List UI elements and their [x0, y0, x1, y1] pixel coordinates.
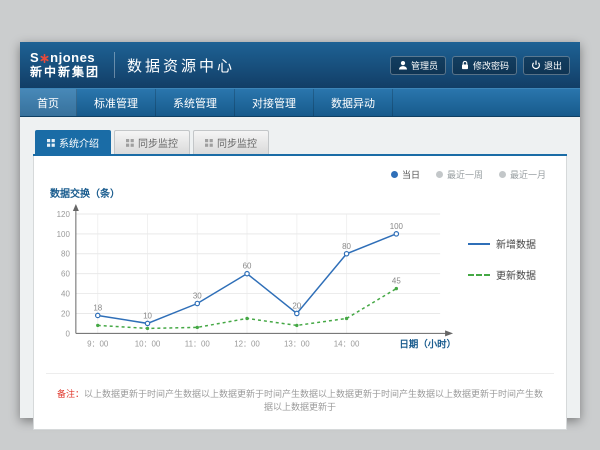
nav-item-standard-mgmt[interactable]: 标准管理	[77, 89, 156, 116]
legend-item-update-data[interactable]: 更新数据	[468, 267, 554, 282]
grid-icon	[205, 139, 213, 147]
header-divider	[114, 52, 115, 78]
svg-text:20: 20	[61, 309, 70, 318]
svg-text:10：00: 10：00	[135, 339, 161, 348]
header-actions: 管理员 修改密码 退出	[390, 56, 570, 75]
change-password-button[interactable]: 修改密码	[452, 56, 517, 75]
logout-label: 退出	[544, 59, 562, 72]
grid-icon	[47, 139, 55, 147]
svg-text:45: 45	[392, 277, 401, 286]
chart-panel: 当日 最近一周 最近一月 数据交换（条） 0 20 40 60 80 100 120 9：00…	[33, 156, 567, 430]
legend-label: 新增数据	[496, 236, 536, 251]
svg-text:60: 60	[243, 262, 252, 271]
svg-text:40: 40	[61, 290, 70, 299]
filter-last-week[interactable]: 最近一周	[436, 168, 483, 181]
lock-icon	[460, 60, 470, 70]
svg-text:18: 18	[93, 303, 102, 312]
svg-text:100: 100	[390, 222, 404, 231]
chart-plot-wrapper: 数据交换（条） 0 20 40 60 80 100 120 9：00 10：00 11：00 12：…	[46, 183, 468, 369]
nav-item-docking-mgmt[interactable]: 对接管理	[235, 89, 314, 116]
chart-area: 数据交换（条） 0 20 40 60 80 100 120 9：00 10：00 11：00 12：…	[46, 183, 554, 369]
tab-system-intro[interactable]: 系统介绍	[35, 130, 111, 154]
app-title: 数据资源中心	[127, 55, 235, 76]
dashed-line-swatch-icon	[468, 274, 490, 276]
app-header: S njones 新中新集团 数据资源中心	[20, 42, 580, 88]
svg-text:10: 10	[143, 311, 152, 320]
legend-label: 更新数据	[496, 267, 536, 282]
content-area: 系统介绍 同步监控 同步监控	[20, 117, 580, 430]
tab-sync-monitor-1[interactable]: 同步监控	[114, 130, 190, 154]
nav-item-data-change[interactable]: 数据异动	[314, 89, 393, 116]
svg-text:60: 60	[61, 270, 70, 279]
solid-line-swatch-icon	[468, 243, 490, 245]
footnote-prefix: 备注：	[57, 389, 84, 399]
company-name: 新中新集团	[30, 66, 100, 80]
tab-label: 同步监控	[217, 135, 257, 150]
brand-logo: S njones 新中新集团	[30, 51, 100, 80]
logout-button[interactable]: 退出	[523, 56, 570, 75]
svg-text:100: 100	[57, 230, 71, 239]
filter-last-month[interactable]: 最近一月	[499, 168, 546, 181]
svg-text:9：00: 9：00	[87, 339, 109, 348]
svg-text:日期（小时）: 日期（小时）	[399, 338, 456, 350]
filter-dot-icon	[391, 171, 398, 178]
tab-label: 系统介绍	[59, 135, 99, 150]
admin-button-label: 管理员	[411, 59, 438, 72]
range-filters: 当日 最近一周 最近一月	[46, 164, 554, 183]
tab-sync-monitor-2[interactable]: 同步监控	[193, 130, 269, 154]
nav-item-home[interactable]: 首页	[20, 89, 77, 116]
y-axis-title: 数据交换（条）	[50, 185, 468, 200]
user-icon	[398, 60, 408, 70]
svg-text:80: 80	[342, 242, 351, 251]
svg-text:12：00: 12：00	[234, 339, 260, 348]
legend-item-new-data[interactable]: 新增数据	[468, 236, 554, 251]
line-chart: 0 20 40 60 80 100 120 9：00 10：00 11：00 12：00 13：00 1…	[46, 202, 468, 369]
tab-label: 同步监控	[138, 135, 178, 150]
svg-text:80: 80	[61, 250, 70, 259]
change-password-label: 修改密码	[473, 59, 509, 72]
filter-label: 当日	[402, 168, 420, 181]
svg-text:14：00: 14：00	[334, 339, 360, 348]
nav-item-system-mgmt[interactable]: 系统管理	[156, 89, 235, 116]
filter-today[interactable]: 当日	[391, 168, 420, 181]
brand-wordmark: S njones	[30, 51, 100, 66]
footnote: 备注：以上数据更新于时间产生数据以上数据更新于时间产生数据以上数据更新于时间产生…	[46, 373, 554, 419]
grid-icon	[126, 139, 134, 147]
desktop-background: S njones 新中新集团 数据资源中心	[0, 0, 600, 450]
filter-dot-icon	[499, 171, 506, 178]
svg-text:30: 30	[193, 292, 202, 301]
filter-label: 最近一周	[447, 168, 483, 181]
footnote-text: 以上数据更新于时间产生数据以上数据更新于时间产生数据以上数据更新于时间产生数据以…	[84, 389, 543, 412]
tab-bar: 系统介绍 同步监控 同步监控	[33, 130, 567, 156]
app-window: S njones 新中新集团 数据资源中心	[20, 42, 580, 418]
star-mark-icon	[40, 54, 49, 63]
filter-label: 最近一月	[510, 168, 546, 181]
filter-dot-icon	[436, 171, 443, 178]
admin-button[interactable]: 管理员	[390, 56, 446, 75]
svg-text:120: 120	[57, 210, 71, 219]
brand-prefix: S	[30, 51, 39, 66]
svg-text:0: 0	[65, 329, 70, 338]
svg-text:11：00: 11：00	[185, 339, 211, 348]
brand-suffix: njones	[50, 51, 95, 66]
main-nav: 首页 标准管理 系统管理 对接管理 数据异动	[20, 88, 580, 117]
series-legend: 新增数据 更新数据	[468, 236, 554, 316]
svg-text:20: 20	[292, 301, 301, 310]
logout-icon	[531, 60, 541, 70]
svg-text:13：00: 13：00	[284, 339, 310, 348]
